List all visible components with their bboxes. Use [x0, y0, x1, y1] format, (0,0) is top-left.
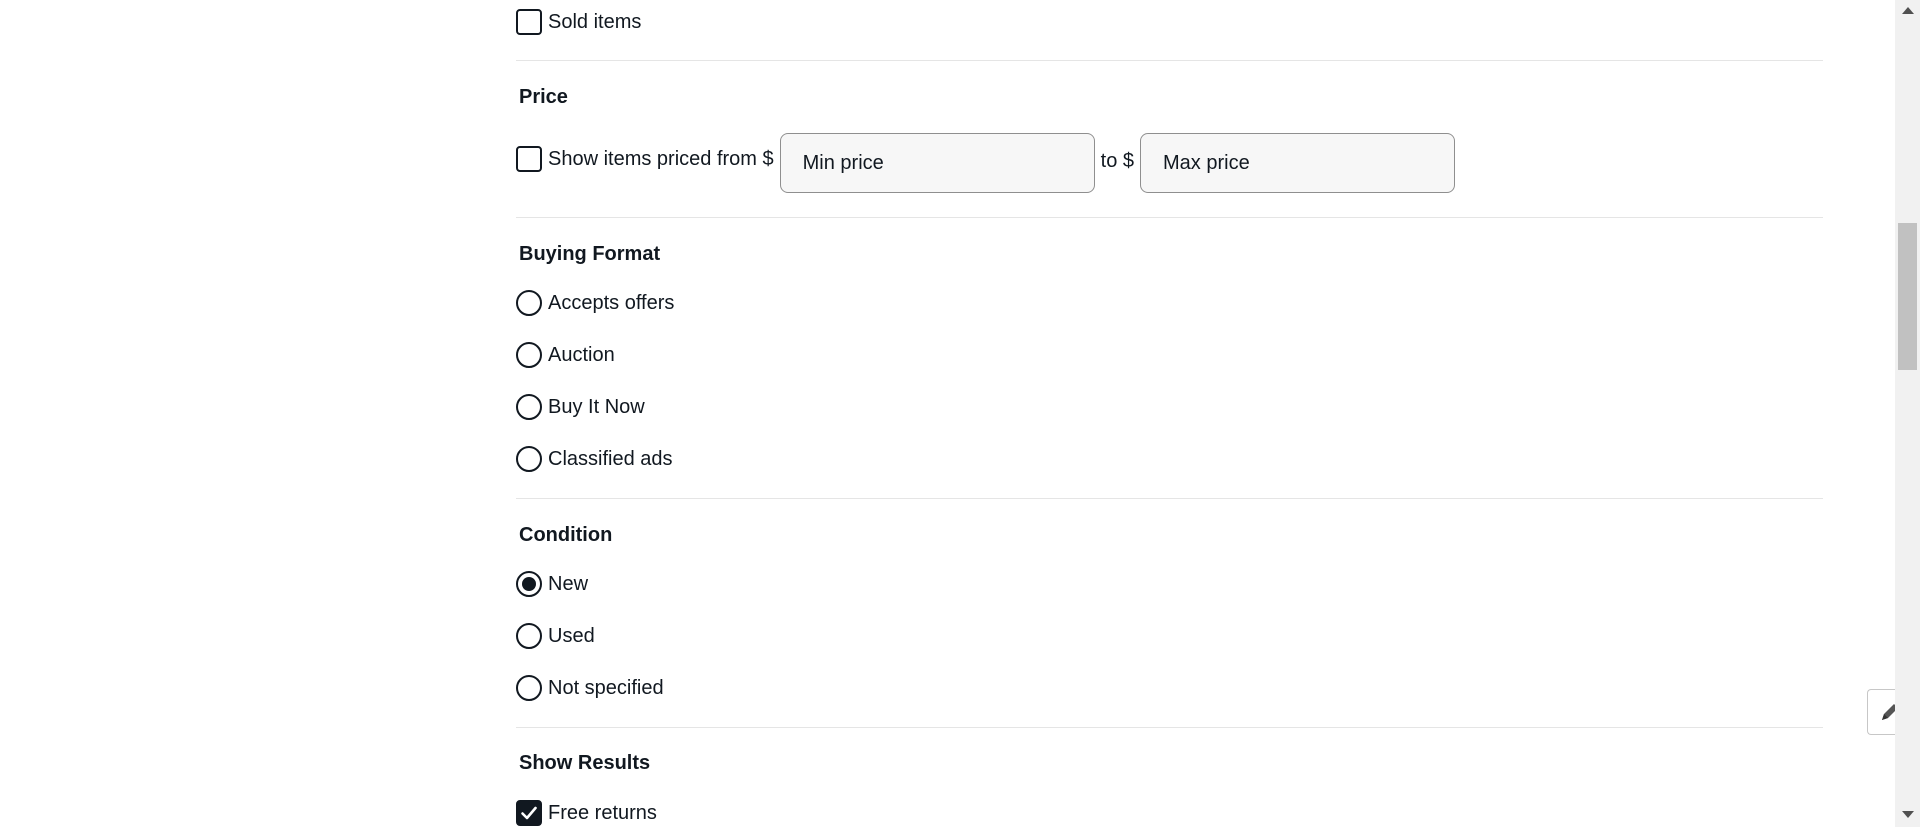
new-radio[interactable]	[516, 571, 542, 597]
not-specified-radio[interactable]	[516, 675, 542, 701]
buying-format-label: Accepts offers	[548, 292, 675, 314]
sold-items-checkbox[interactable]	[516, 9, 542, 35]
buying-format-option[interactable]: Buy It Now	[516, 394, 645, 420]
sold-items-label: Sold items	[548, 11, 642, 33]
divider	[516, 60, 1823, 61]
buying-format-option[interactable]: Classified ads	[516, 446, 673, 472]
price-range-label: Show items priced from $	[548, 148, 774, 170]
buying-format-label: Buy It Now	[548, 396, 645, 418]
accepts-offers-radio[interactable]	[516, 290, 542, 316]
show-results-option[interactable]: Free returns	[516, 800, 657, 826]
used-radio[interactable]	[516, 623, 542, 649]
show-results-section-title: Show Results	[519, 752, 651, 774]
buying-format-option[interactable]: Auction	[516, 342, 615, 368]
price-range-checkbox[interactable]	[516, 146, 542, 172]
condition-label: New	[548, 573, 589, 595]
auction-radio[interactable]	[516, 342, 542, 368]
price-range-option[interactable]: Show items priced from $	[516, 146, 774, 176]
radio-selected-dot	[522, 577, 536, 591]
scrollbar-thumb[interactable]	[1898, 223, 1917, 370]
pencil-icon	[1882, 704, 1895, 720]
condition-label: Not specified	[548, 677, 664, 699]
divider	[516, 217, 1823, 218]
feedback-button[interactable]	[1867, 689, 1895, 735]
classified-ads-radio[interactable]	[516, 446, 542, 472]
price-section-title: Price	[519, 86, 568, 108]
condition-option[interactable]: New	[516, 571, 588, 597]
condition-label: Used	[548, 625, 595, 647]
show-results-label: Free returns	[548, 802, 657, 824]
scroll-up-arrow-icon[interactable]	[1902, 7, 1914, 14]
scroll-down-arrow-icon[interactable]	[1902, 811, 1914, 818]
max-price-input[interactable]	[1140, 133, 1455, 193]
buy-it-now-radio[interactable]	[516, 394, 542, 420]
free-returns-checkbox[interactable]	[516, 800, 542, 826]
vertical-scrollbar[interactable]	[1895, 0, 1920, 827]
condition-section-title: Condition	[519, 524, 613, 546]
sold-items-option[interactable]: Sold items	[516, 9, 641, 35]
buying-format-label: Classified ads	[548, 448, 673, 470]
buying-format-label: Auction	[548, 344, 615, 366]
divider	[516, 498, 1823, 499]
page: Sold items Price Show items priced from …	[0, 0, 1920, 827]
price-to-label: to $	[1100, 149, 1134, 172]
condition-option[interactable]: Used	[516, 623, 595, 649]
price-range-row: Show items priced from $ to $	[516, 133, 1455, 193]
condition-option[interactable]: Not specified	[516, 675, 664, 701]
min-price-input[interactable]	[779, 133, 1095, 193]
check-icon	[521, 806, 537, 820]
buying-format-option[interactable]: Accepts offers	[516, 290, 674, 316]
divider	[516, 727, 1823, 728]
buying-format-section-title: Buying Format	[519, 243, 661, 265]
